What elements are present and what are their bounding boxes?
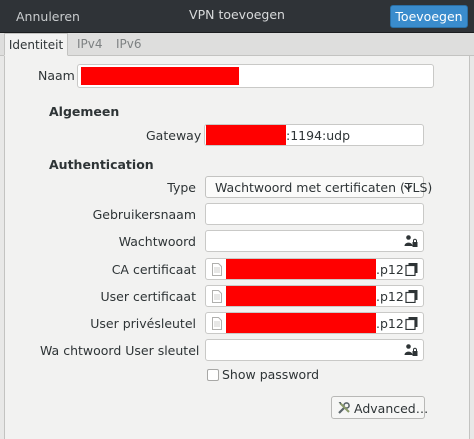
key-password-label: Wa chtwoord User sleutel <box>40 343 200 358</box>
password-storage-icon[interactable] <box>404 343 418 357</box>
advanced-button[interactable]: Advanced… <box>331 396 429 419</box>
add-button[interactable]: Toevoegen <box>390 5 468 28</box>
password-label: Wachtwoord <box>118 234 196 249</box>
auth-heading: Authentication <box>49 157 154 172</box>
general-heading: Algemeen <box>49 104 120 119</box>
type-label: Type <box>167 180 196 195</box>
tab-bar: Identiteit IPv4 IPv6 <box>0 33 474 56</box>
user-cert-suffix: .p12 <box>376 289 404 304</box>
tab-ipv4[interactable]: IPv4 <box>77 33 103 56</box>
tab-ipv6[interactable]: IPv6 <box>116 33 142 56</box>
password-storage-icon[interactable] <box>404 234 418 248</box>
file-icon <box>212 290 222 303</box>
name-label: Naam <box>38 68 75 83</box>
ca-cert-redaction <box>226 259 376 279</box>
username-field[interactable] <box>205 203 424 225</box>
gateway-redaction <box>206 125 286 145</box>
advanced-label: Advanced… <box>354 401 429 416</box>
copy-icon[interactable] <box>405 262 419 276</box>
name-redaction <box>81 67 239 85</box>
copy-icon[interactable] <box>405 316 419 330</box>
user-cert-redaction <box>226 286 376 306</box>
tab-identity[interactable]: Identiteit <box>4 33 68 56</box>
gateway-label: Gateway <box>146 128 202 143</box>
ca-cert-label: CA certificaat <box>111 262 196 277</box>
header-bar: Annuleren VPN toevoegen Toevoegen <box>0 0 474 33</box>
type-combo[interactable]: Wachtwoord met certificaten (TLS) <box>205 176 432 198</box>
username-label: Gebruikersnaam <box>92 207 196 222</box>
gateway-field[interactable]: :1194:udp <box>204 124 424 146</box>
copy-icon[interactable] <box>405 289 419 303</box>
key-password-field[interactable] <box>205 339 424 361</box>
ca-cert-field[interactable]: .p12 <box>205 258 424 280</box>
ca-cert-suffix: .p12 <box>376 262 404 277</box>
user-key-suffix: .p12 <box>376 316 404 331</box>
user-key-label: User privésleutel <box>90 316 196 331</box>
type-value: Wachtwoord met certificaten (TLS) <box>215 180 433 195</box>
chevron-down-icon <box>403 184 413 191</box>
password-field[interactable] <box>205 230 424 252</box>
user-key-redaction <box>226 313 376 333</box>
gateway-suffix: :1194:udp <box>286 128 351 143</box>
tools-icon <box>338 402 350 414</box>
show-password-checkbox[interactable] <box>207 369 219 381</box>
user-cert-field[interactable]: .p12 <box>205 285 424 307</box>
file-icon <box>212 317 222 330</box>
name-field[interactable] <box>77 64 434 88</box>
user-key-field[interactable]: .p12 <box>205 312 424 334</box>
user-cert-label: User certificaat <box>100 289 196 304</box>
file-icon <box>212 263 222 276</box>
show-password-label[interactable]: Show password <box>222 367 319 382</box>
